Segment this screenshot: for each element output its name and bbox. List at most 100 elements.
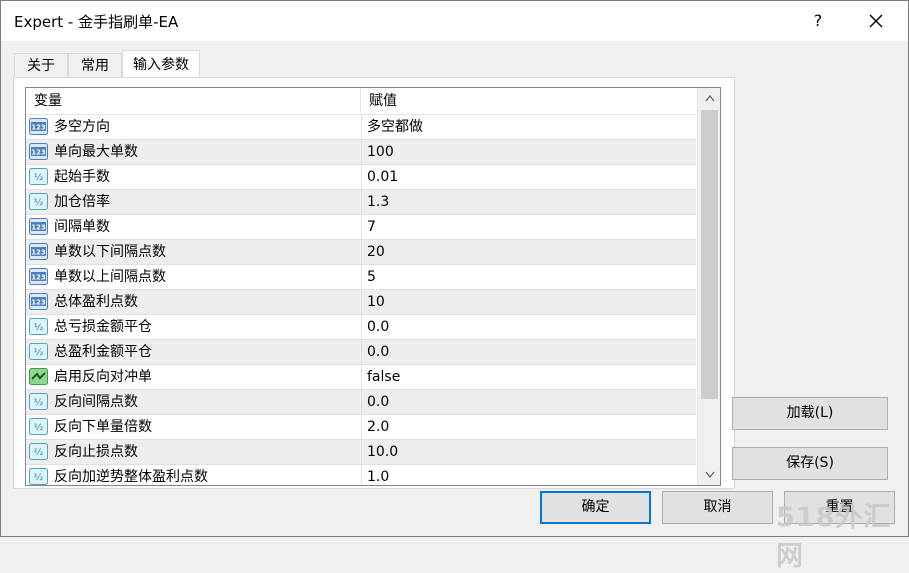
column-divider [361,115,362,139]
column-divider [361,340,362,364]
column-divider [361,165,362,189]
close-button[interactable] [859,7,893,35]
column-divider [361,190,362,214]
table-row[interactable]: 123 单向最大单数 100 [26,140,696,165]
parameter-value[interactable]: 0.01 [367,165,398,189]
cancel-button[interactable]: 取消 [662,491,773,524]
save-button[interactable]: 保存(S) [732,447,888,480]
parameter-value[interactable]: 20 [367,240,385,264]
ok-button[interactable]: 确定 [540,491,651,524]
svg-text:123: 123 [31,124,46,132]
int-123-icon: 123 [29,143,48,160]
parameter-name: 启用反向对冲单 [54,369,152,385]
table-row[interactable]: ½ 起始手数 0.01 [26,165,696,190]
vertical-scrollbar[interactable] [697,88,720,485]
parameter-value[interactable]: false [367,365,400,389]
double-half-icon: ½ [29,443,48,460]
parameter-name: 单数以下间隔点数 [54,244,166,260]
table-row[interactable]: 123 总体盈利点数 10 [26,290,696,315]
parameter-name: 单向最大单数 [54,144,138,160]
table-row[interactable]: 启用反向对冲单 false [26,365,696,390]
svg-text:½: ½ [34,347,43,358]
column-divider [361,215,362,239]
tab-inputs[interactable]: 输入参数 [122,50,200,79]
int-123-icon: 123 [29,118,48,135]
column-header-value[interactable]: 赋值 [361,88,689,114]
scroll-thumb[interactable] [701,110,718,399]
tab-common[interactable]: 常用 [68,53,122,78]
svg-text:½: ½ [34,322,43,333]
int-123-icon: 123 [29,218,48,235]
int-123-icon: 123 [29,293,48,310]
parameter-name: 加仓倍率 [54,194,110,210]
bool-icon [29,368,48,385]
parameter-value[interactable]: 10.0 [367,440,398,464]
double-half-icon: ½ [29,168,48,185]
double-half-icon: ½ [29,393,48,410]
parameter-name: 总盈利金额平仓 [54,344,152,360]
watermark-text: 518外汇网 [776,502,892,572]
table-row[interactable]: ½ 总盈利金额平仓 0.0 [26,340,696,365]
column-divider [361,465,362,485]
parameter-name: 反向止损点数 [54,444,138,460]
parameter-value[interactable]: 100 [367,140,394,164]
help-button[interactable]: ? [801,7,835,35]
double-half-icon: ½ [29,418,48,435]
table-row[interactable]: 123 单数以上间隔点数 5 [26,265,696,290]
column-divider [361,440,362,464]
parameter-value[interactable]: 1.3 [367,190,389,214]
load-button[interactable]: 加载(L) [732,397,888,430]
column-divider [361,290,362,314]
grid-rows: 123 多空方向 多空都做 123 单向最大单数 100 ½ 起始手数 0.01 ½ 加仓倍率 1.3… [26,115,696,485]
chevron-up-icon [704,94,715,102]
parameter-value[interactable]: 0.0 [367,390,389,414]
table-row[interactable]: ½ 反向止损点数 10.0 [26,440,696,465]
parameter-name: 反向加逆势整体盈利点数 [54,469,208,485]
svg-text:½: ½ [34,172,43,183]
table-row[interactable]: 123 多空方向 多空都做 [26,115,696,140]
column-divider [361,390,362,414]
parameter-name: 单数以上间隔点数 [54,269,166,285]
parameters-grid: 变量 赋值 123 多空方向 多空都做 123 单向最大单数 100 ½ 起始手数 0.01 ½ 加… [25,87,721,486]
parameter-name: 总体盈利点数 [54,294,138,310]
column-divider [361,365,362,389]
svg-text:½: ½ [34,472,43,483]
parameter-value[interactable]: 0.0 [367,340,389,364]
chevron-down-icon [704,471,715,479]
column-divider [361,315,362,339]
table-row[interactable]: ½ 总亏损金额平仓 0.0 [26,315,696,340]
svg-text:123: 123 [31,299,46,307]
svg-text:123: 123 [31,224,46,232]
parameter-name: 总亏损金额平仓 [54,319,152,335]
svg-text:123: 123 [31,249,46,257]
double-half-icon: ½ [29,468,48,485]
column-header-variable[interactable]: 变量 [26,88,361,114]
parameter-value[interactable]: 7 [367,215,376,239]
table-row[interactable]: 123 间隔单数 7 [26,215,696,240]
table-row[interactable]: 123 单数以下间隔点数 20 [26,240,696,265]
table-row[interactable]: ½ 反向下单量倍数 2.0 [26,415,696,440]
table-row[interactable]: ½ 反向加逆势整体盈利点数 1.0 [26,465,696,485]
parameter-name: 起始手数 [54,169,110,185]
column-divider [361,265,362,289]
parameter-value[interactable]: 2.0 [367,415,389,439]
svg-text:123: 123 [31,274,46,282]
scroll-down-button[interactable] [698,465,720,485]
parameter-name: 反向下单量倍数 [54,419,152,435]
parameter-value[interactable]: 10 [367,290,385,314]
scroll-up-button[interactable] [698,88,720,108]
parameter-name: 反向间隔点数 [54,394,138,410]
svg-text:½: ½ [34,447,43,458]
svg-text:½: ½ [34,397,43,408]
grid-header: 变量 赋值 [26,88,696,115]
parameter-value[interactable]: 1.0 [367,465,389,485]
parameter-value[interactable]: 5 [367,265,376,289]
parameter-value[interactable]: 0.0 [367,315,389,339]
parameter-value[interactable]: 多空都做 [367,115,423,139]
tab-about[interactable]: 关于 [14,53,68,78]
table-row[interactable]: ½ 加仓倍率 1.3 [26,190,696,215]
column-divider [361,415,362,439]
table-row[interactable]: ½ 反向间隔点数 0.0 [26,390,696,415]
svg-text:½: ½ [34,197,43,208]
title-bar: Expert - 金手指刷单-EA ? [1,1,908,41]
